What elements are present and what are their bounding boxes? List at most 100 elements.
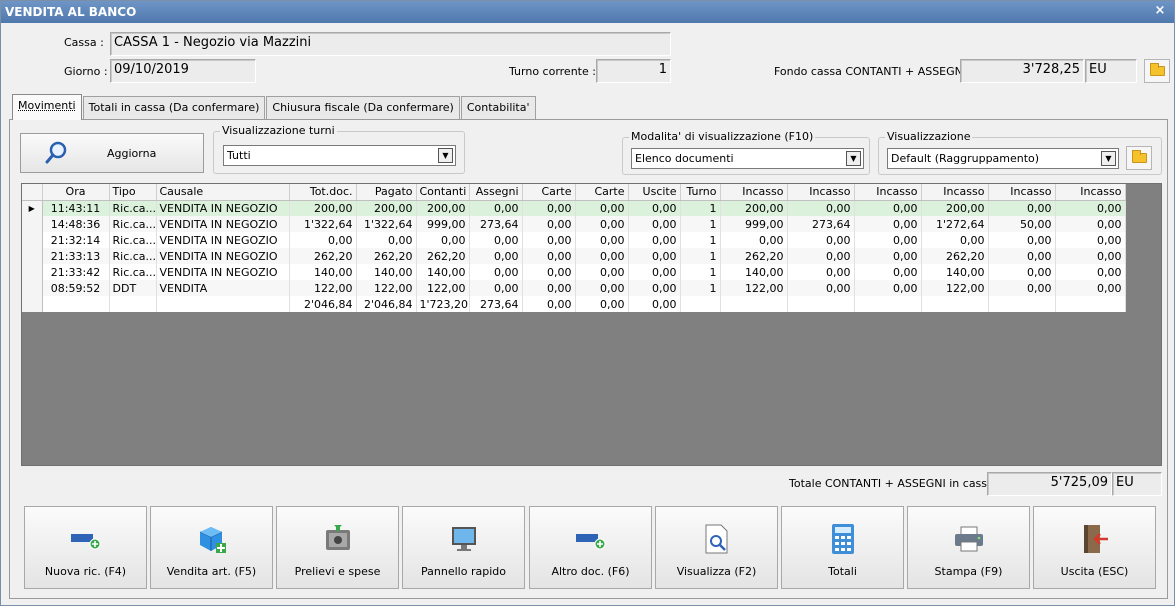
chevron-down-icon: ▼ (438, 148, 453, 163)
table-cell: 0,00 (469, 200, 523, 216)
table-cell: 50,00 (988, 216, 1056, 232)
col-assegni[interactable]: Assegni (469, 184, 523, 201)
table-cell: 999,00 (720, 216, 788, 232)
table-cell: 0,00 (787, 232, 855, 248)
prelievi-spese-label: Prelievi e spese (294, 565, 381, 578)
main-window: VENDITA AL BANCO × Cassa : CASSA 1 - Neg… (0, 0, 1175, 606)
col-incasso-6[interactable]: Incasso (1055, 184, 1126, 201)
table-cell: DDT (109, 280, 157, 296)
table-cell: 140,00 (289, 264, 357, 280)
col-carte-2[interactable]: Carte (575, 184, 629, 201)
title-bar: VENDITA AL BANCO × (1, 1, 1174, 23)
tab-totali-in-cassa[interactable]: Totali in cassa (Da confermare) (82, 96, 266, 119)
table-cell: 0,00 (522, 200, 576, 216)
table-row[interactable]: 21:33:13 Ric.ca... VENDITA IN NEGOZIO 262,2… (22, 248, 1126, 264)
col-incasso-5[interactable]: Incasso (988, 184, 1056, 201)
col-incasso-1[interactable]: Incasso (720, 184, 788, 201)
new-receipt-icon (70, 534, 100, 550)
prelievi-spese-button[interactable]: Prelievi e spese (276, 506, 399, 589)
tab-movimenti[interactable]: Movimenti (12, 94, 82, 120)
chevron-down-icon: ▼ (1101, 151, 1116, 166)
table-cell: 0,00 (628, 264, 681, 280)
col-incasso-3[interactable]: Incasso (854, 184, 922, 201)
altro-documento-button[interactable]: Altro doc. (F6) (529, 506, 652, 589)
totals-cell: 0,00 (522, 296, 576, 312)
search-icon (45, 141, 67, 164)
turno-field: 1 (596, 59, 671, 83)
totals-cell: 2'046,84 (289, 296, 357, 312)
turni-select[interactable]: Tutti ▼ (223, 145, 456, 166)
col-causale[interactable]: Causale (156, 184, 290, 201)
totali-button[interactable]: Totali (781, 506, 904, 589)
table-cell: 999,00 (416, 216, 470, 232)
table-cell: 200,00 (720, 200, 788, 216)
totals-row: 2'046,84 2'046,84 1'723,20 273,64 0,00 0,00 0,… (22, 296, 1126, 312)
view-document-icon (705, 524, 727, 554)
table-cell: 122,00 (356, 280, 417, 296)
uscita-button[interactable]: Uscita (ESC) (1033, 506, 1156, 589)
col-incasso-2[interactable]: Incasso (787, 184, 855, 201)
col-ora[interactable]: Ora (42, 184, 110, 201)
table-cell: 0,00 (575, 216, 629, 232)
movimenti-grid[interactable]: Ora Tipo Causale Tot.doc. Pagato Contant… (21, 183, 1162, 466)
visualizzazione-select[interactable]: Default (Raggruppamento) ▼ (887, 148, 1119, 169)
totals-cell (988, 296, 1056, 312)
cube-add-icon (199, 527, 226, 553)
col-tipo[interactable]: Tipo (109, 184, 157, 201)
table-row[interactable]: 14:48:36 Ric.ca... VENDITA IN NEGOZIO 1'322… (22, 216, 1126, 232)
row-indicator (22, 216, 43, 232)
table-cell: 0,00 (469, 280, 523, 296)
table-cell: VENDITA IN NEGOZIO (156, 232, 290, 248)
table-cell: 262,20 (921, 248, 989, 264)
modalita-group-label: Modalita' di visualizzazione (F10) (629, 130, 816, 143)
movimenti-table: Ora Tipo Causale Tot.doc. Pagato Contant… (22, 184, 1126, 312)
table-row[interactable]: 08:59:52 DDT VENDITA 122,00 122,00 122,00 0,00… (22, 280, 1126, 296)
table-cell: 0,00 (628, 200, 681, 216)
col-turno[interactable]: Turno (680, 184, 721, 201)
table-cell: 0,00 (522, 280, 576, 296)
visualizzazione-open-button[interactable] (1126, 146, 1152, 170)
table-cell: 140,00 (720, 264, 788, 280)
col-incasso-4[interactable]: Incasso (921, 184, 989, 201)
table-cell: 140,00 (356, 264, 417, 280)
table-cell: 200,00 (921, 200, 989, 216)
col-pagato[interactable]: Pagato (356, 184, 417, 201)
table-cell: VENDITA IN NEGOZIO (156, 264, 290, 280)
printer-icon (954, 526, 983, 552)
modalita-select[interactable]: Elenco documenti ▼ (631, 148, 864, 169)
cassa-field: CASSA 1 - Negozio via Mazzini (110, 32, 671, 56)
table-cell: 0,00 (1055, 280, 1126, 296)
totals-cell (1055, 296, 1126, 312)
row-indicator (22, 232, 43, 248)
vendita-articolo-button[interactable]: Vendita art. (F5) (150, 506, 273, 589)
col-carte-1[interactable]: Carte (522, 184, 576, 201)
col-tot-doc[interactable]: Tot.doc. (289, 184, 357, 201)
col-uscite[interactable]: Uscite (628, 184, 681, 201)
table-cell: 0,00 (469, 248, 523, 264)
table-cell: 273,64 (469, 216, 523, 232)
table-row[interactable]: 21:33:42 Ric.ca... VENDITA IN NEGOZIO 140,0… (22, 264, 1126, 280)
nuova-ricevuta-button[interactable]: Nuova ric. (F4) (24, 506, 147, 589)
refresh-button[interactable]: Aggiorna (20, 133, 204, 173)
refresh-label: Aggiorna (107, 147, 157, 160)
tab-contabilita[interactable]: Contabilita' (460, 96, 536, 119)
table-cell: 0,00 (1055, 200, 1126, 216)
fondo-open-button[interactable] (1144, 59, 1170, 83)
table-row[interactable]: 21:32:14 Ric.ca... VENDITA IN NEGOZIO 0,00 0… (22, 232, 1126, 248)
table-cell: 0,00 (854, 232, 922, 248)
stampa-label: Stampa (F9) (934, 565, 1003, 578)
stampa-button[interactable]: Stampa (F9) (907, 506, 1030, 589)
pannello-rapido-button[interactable]: Pannello rapido (402, 506, 525, 589)
table-cell: Ric.ca... (109, 264, 157, 280)
visualizza-button[interactable]: Visualizza (F2) (655, 506, 778, 589)
tab-chiusura-fiscale[interactable]: Chiusura fiscale (Da confermare) (266, 96, 460, 119)
table-cell: 122,00 (921, 280, 989, 296)
table-cell: 262,20 (720, 248, 788, 264)
table-cell: 1'322,64 (356, 216, 417, 232)
table-cell: 0,00 (575, 264, 629, 280)
table-cell: 0,00 (854, 280, 922, 296)
table-row[interactable]: ▶ 11:43:11 Ric.ca... VENDITA IN NEGOZIO 200,… (22, 200, 1126, 216)
table-cell: 11:43:11 (42, 200, 110, 216)
col-contanti[interactable]: Contanti (416, 184, 470, 201)
close-icon[interactable]: × (1152, 3, 1168, 19)
